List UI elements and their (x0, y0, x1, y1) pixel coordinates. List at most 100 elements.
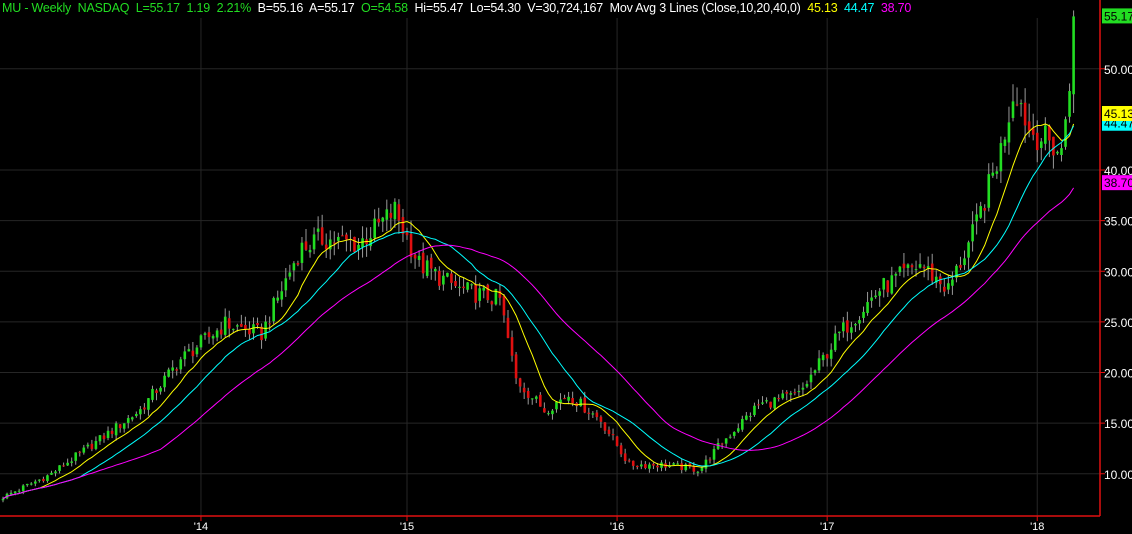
candle-body (454, 281, 457, 287)
candle-body (490, 301, 494, 305)
candle-body (1035, 132, 1039, 151)
candle-body (417, 255, 421, 260)
candle-body (46, 475, 49, 482)
candle-body (223, 316, 227, 335)
candle-body (930, 263, 934, 281)
candle-body (805, 384, 809, 387)
candle-body (429, 257, 433, 269)
candle-body (21, 485, 25, 492)
candle-body (1003, 139, 1007, 146)
ma20-value: 44.47 (844, 1, 875, 15)
candle-body (393, 201, 397, 220)
candle-body (78, 451, 82, 453)
candle-body (401, 217, 405, 235)
candle-body (288, 272, 292, 277)
candle-body (1064, 119, 1067, 147)
candle-body (745, 415, 748, 420)
candle-body (122, 423, 126, 429)
candle-body (644, 464, 647, 469)
candle-body (450, 273, 453, 283)
candle-body (114, 423, 118, 436)
y-tick-label: 15.00 (1104, 417, 1132, 431)
candle-body (910, 265, 914, 268)
candle-body (999, 143, 1003, 172)
candle-body (74, 452, 78, 461)
candle-body (264, 321, 267, 339)
candle-body (482, 287, 486, 291)
candle-body (813, 370, 817, 373)
candle-body (672, 463, 675, 465)
candle-body (462, 286, 465, 289)
ma-line-ma10 (2, 123, 1075, 500)
candle-body (736, 428, 740, 432)
candle-body (696, 471, 700, 473)
ma40-value: 38.70 (880, 1, 912, 15)
candle-body (1044, 125, 1047, 144)
candle-body (86, 444, 90, 447)
candle-body (749, 416, 752, 418)
high: Hi=55.47 (414, 1, 464, 15)
candle-body (82, 447, 86, 453)
candle-body (70, 461, 73, 463)
candle-body (446, 272, 449, 277)
ma10-value: 45.13 (807, 1, 838, 15)
candle-body (882, 278, 886, 290)
candle-body (943, 286, 946, 292)
candle-body (135, 413, 138, 417)
exchange-label: NASDAQ (77, 1, 130, 15)
candle-body (215, 330, 219, 338)
candle-body (555, 401, 558, 410)
candle-body (219, 329, 223, 335)
candle-body (829, 349, 833, 359)
candle-body (345, 234, 348, 240)
candle-body (94, 440, 98, 449)
candle-body (898, 266, 902, 273)
candle-body (171, 367, 174, 371)
price-chart[interactable]: 10.0015.0020.0025.0030.0035.0040.0050.00… (0, 0, 1132, 534)
last-price-badge: 55.17 (1104, 9, 1132, 23)
candle-body (474, 284, 477, 303)
candle-body (789, 393, 793, 395)
candle-body (191, 350, 195, 357)
candle-body (652, 463, 655, 466)
candle-body (159, 387, 162, 392)
candle-body (797, 390, 801, 393)
y-tick-label: 10.00 (1104, 468, 1132, 482)
candle-body (781, 393, 785, 399)
y-tick-label: 30.00 (1104, 265, 1132, 279)
candle-body (866, 302, 869, 314)
volume: V=30,724,167 (527, 1, 604, 15)
candle-body (1072, 16, 1075, 95)
candle-body (34, 481, 37, 484)
open: O=54.58 (361, 1, 408, 15)
candle-body (179, 359, 183, 370)
candle-body (769, 401, 772, 408)
candle-body (438, 270, 441, 286)
candle-body (656, 465, 659, 468)
candle-body (207, 332, 211, 338)
candle-body (640, 464, 643, 467)
candle-body (809, 374, 813, 383)
candle-body (413, 254, 417, 259)
candle-body (195, 347, 199, 355)
candle-body (680, 463, 684, 471)
candle-body (506, 317, 510, 338)
candle-body (922, 266, 926, 269)
candle-body (300, 242, 304, 263)
candle-body (543, 408, 546, 413)
candle-body (1011, 101, 1015, 118)
candle-body (292, 263, 296, 271)
candle-body (720, 443, 724, 445)
candle-body (712, 449, 716, 460)
candle-body (143, 407, 146, 410)
candle-body (385, 209, 389, 220)
candle-body (918, 264, 922, 268)
candle-body (187, 349, 191, 352)
candle-body (139, 409, 142, 415)
candle-body (316, 228, 320, 232)
candle-body (1023, 102, 1027, 126)
x-tick-label: '18 (1030, 521, 1044, 533)
candle-body (304, 241, 308, 250)
candle-body (1068, 91, 1071, 117)
candle-body (914, 269, 918, 271)
